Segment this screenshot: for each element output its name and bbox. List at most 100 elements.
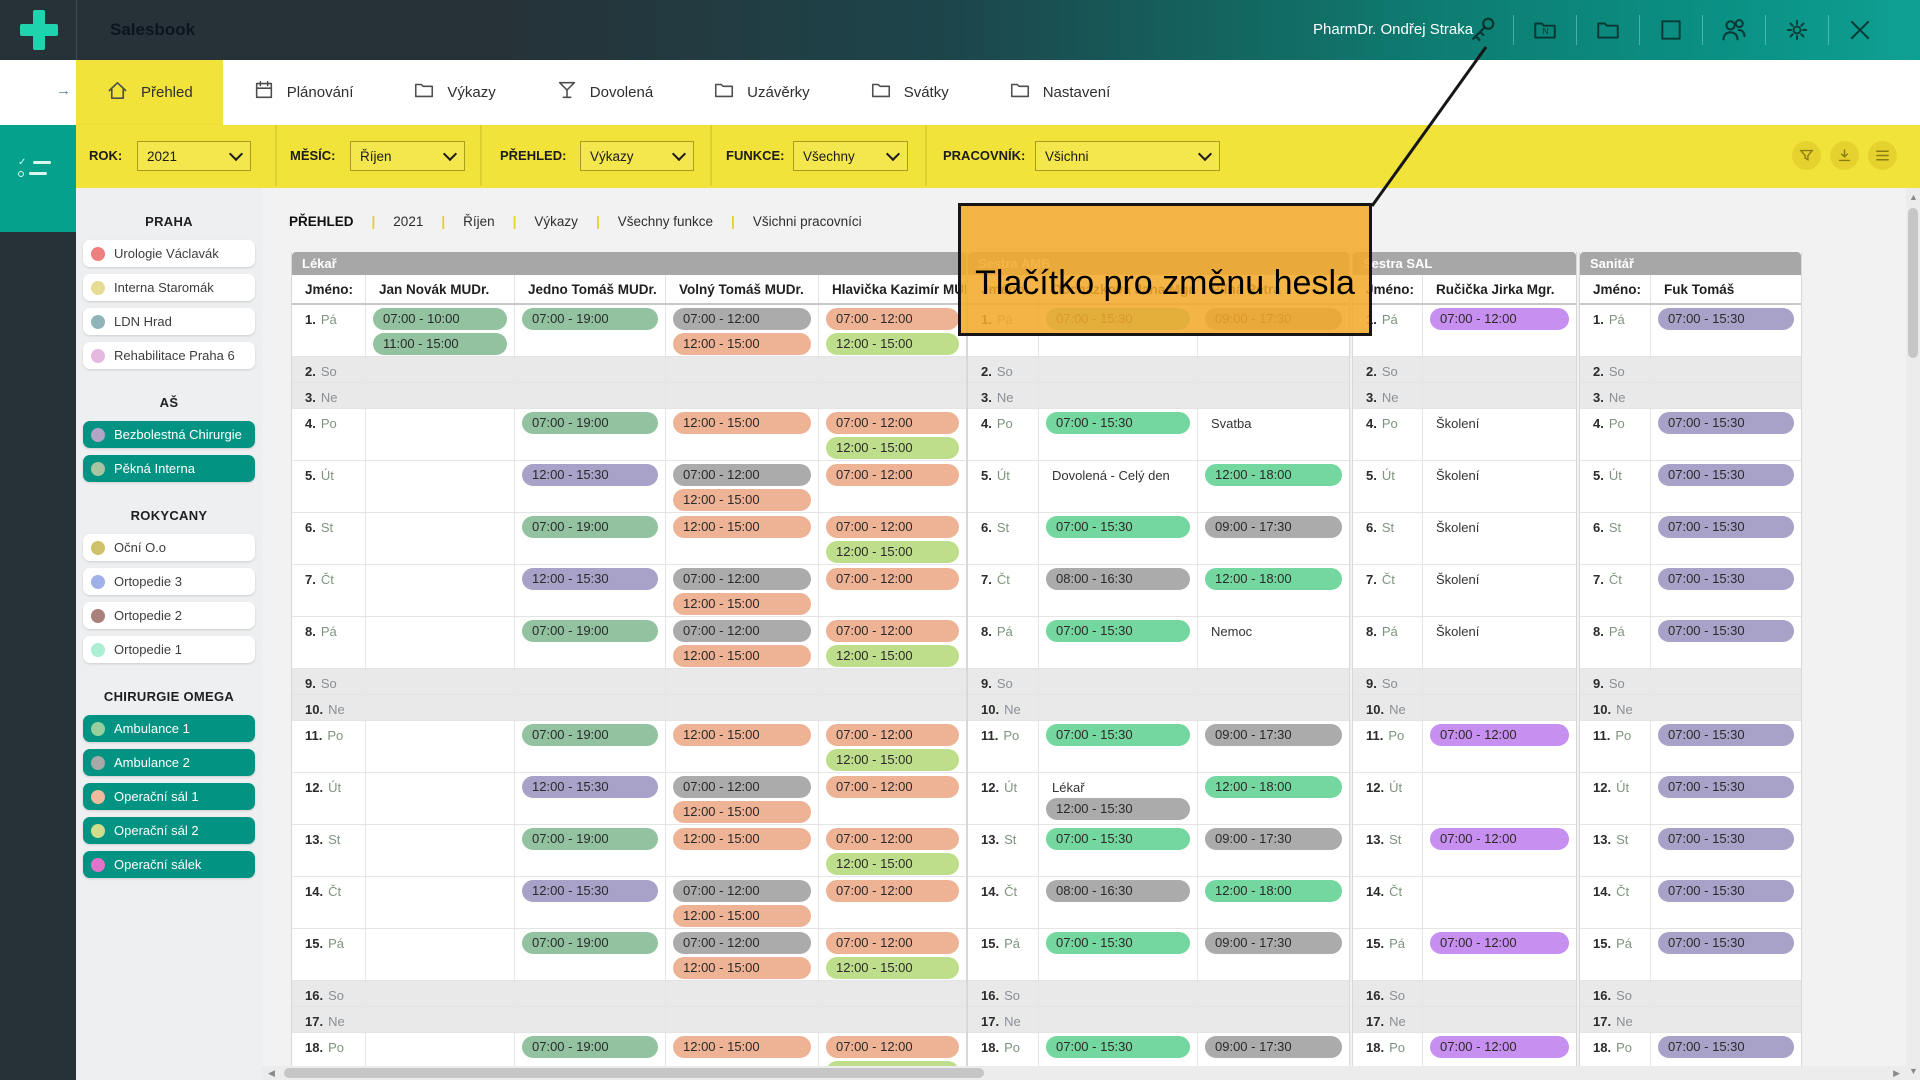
key-icon[interactable] <box>1462 10 1502 50</box>
shift-chip[interactable]: 07:00 - 15:30 <box>1046 724 1190 746</box>
shift-chip[interactable]: 07:00 - 12:00 <box>826 568 959 590</box>
shift-chip[interactable]: 07:00 - 19:00 <box>522 932 658 954</box>
shift-chip[interactable]: 12:00 - 15:00 <box>826 645 959 667</box>
sidebar-item-ambulance-2[interactable]: Ambulance 2 <box>83 749 255 776</box>
shift-chip[interactable]: 07:00 - 12:00 <box>1430 932 1569 954</box>
breadcrumb-item-vykazy[interactable]: Výkazy <box>534 214 578 229</box>
shift-chip[interactable]: 07:00 - 12:00 <box>673 464 811 486</box>
sidebar-item-pekna-interna[interactable]: Pěkná Interna <box>83 455 255 482</box>
shift-chip[interactable]: 07:00 - 15:30 <box>1658 412 1794 434</box>
shift-chip[interactable]: 12:00 - 15:00 <box>673 1036 811 1058</box>
settings-icon[interactable] <box>1777 10 1817 50</box>
tab-nastaveni[interactable]: Nastavení <box>979 60 1141 125</box>
shift-chip[interactable]: 07:00 - 12:00 <box>826 1036 959 1058</box>
scroll-down-arrow-icon[interactable]: ▼ <box>1909 1066 1918 1076</box>
shift-chip[interactable]: 12:00 - 15:00 <box>673 645 811 667</box>
filter-select-rok[interactable]: 2021 <box>137 141 251 171</box>
tab-dovolena[interactable]: Dovolená <box>526 60 683 125</box>
shift-chip[interactable]: 12:00 - 15:00 <box>673 828 811 850</box>
shift-chip[interactable]: 12:00 - 15:00 <box>673 516 811 538</box>
sidebar-item-bezbolestna-chirurgie[interactable]: Bezbolestná Chirurgie <box>83 421 255 448</box>
shift-chip[interactable]: 12:00 - 15:00 <box>673 905 811 927</box>
checklist-icon[interactable]: ✓ <box>18 157 51 179</box>
shift-chip[interactable]: 12:00 - 15:00 <box>673 333 811 355</box>
shift-chip[interactable]: 12:00 - 15:00 <box>826 541 959 563</box>
sidebar-item-operacni-salek[interactable]: Operační sálek <box>83 851 255 878</box>
shift-chip[interactable]: 07:00 - 15:30 <box>1046 412 1190 434</box>
sidebar-item-operacni-sal-1[interactable]: Operační sál 1 <box>83 783 255 810</box>
shift-chip[interactable]: 07:00 - 12:00 <box>673 308 811 330</box>
filter-select-mesic[interactable]: Říjen <box>350 141 465 171</box>
shift-chip[interactable]: 07:00 - 12:00 <box>826 412 959 434</box>
sidebar-item-ortopedie-3[interactable]: Ortopedie 3 <box>83 568 255 595</box>
shift-chip[interactable]: 07:00 - 12:00 <box>826 308 959 330</box>
tab-planovani[interactable]: Plánování <box>223 60 384 125</box>
shift-chip[interactable]: 08:00 - 16:30 <box>1046 568 1190 590</box>
shift-chip[interactable]: 07:00 - 12:00 <box>1430 724 1569 746</box>
shift-chip[interactable]: 07:00 - 12:00 <box>673 568 811 590</box>
shift-chip[interactable]: 07:00 - 15:30 <box>1658 464 1794 486</box>
shift-chip[interactable]: 12:00 - 18:00 <box>1205 880 1342 902</box>
breadcrumb-item-rijen[interactable]: Říjen <box>463 214 495 229</box>
shift-chip[interactable]: 07:00 - 15:30 <box>1046 620 1190 642</box>
hscroll-thumb[interactable] <box>284 1068 984 1078</box>
sidebar-item-ldn-hrad[interactable]: LDN Hrad <box>83 308 255 335</box>
sidebar-item-ortopedie-1[interactable]: Ortopedie 1 <box>83 636 255 663</box>
filter-select-funkce[interactable]: Všechny <box>793 141 908 171</box>
sidebar-item-ambulance-1[interactable]: Ambulance 1 <box>83 715 255 742</box>
shift-chip[interactable]: 07:00 - 15:30 <box>1658 620 1794 642</box>
tab-vykazy[interactable]: Výkazy <box>383 60 525 125</box>
shift-chip[interactable]: 07:00 - 12:00 <box>1430 828 1569 850</box>
shift-chip[interactable]: 09:00 - 17:30 <box>1205 724 1342 746</box>
shift-chip[interactable]: 08:00 - 16:30 <box>1046 880 1190 902</box>
shift-chip[interactable]: 07:00 - 15:30 <box>1658 1036 1794 1058</box>
scroll-up-arrow-icon[interactable]: ▲ <box>1909 192 1918 202</box>
shift-chip[interactable]: 07:00 - 15:30 <box>1658 516 1794 538</box>
shift-chip[interactable]: 09:00 - 17:30 <box>1205 516 1342 538</box>
shift-chip[interactable]: 07:00 - 19:00 <box>522 1036 658 1058</box>
shift-chip[interactable]: 09:00 - 17:30 <box>1205 1036 1342 1058</box>
shift-chip[interactable]: 07:00 - 15:30 <box>1046 828 1190 850</box>
vscroll-thumb[interactable] <box>1908 208 1918 358</box>
shift-chip[interactable]: 12:00 - 15:00 <box>673 724 811 746</box>
shift-chip[interactable]: 09:00 - 17:30 <box>1205 828 1342 850</box>
shift-chip[interactable]: 07:00 - 12:00 <box>1430 308 1569 330</box>
folder-n-icon[interactable]: N <box>1525 10 1565 50</box>
breadcrumb-item-2021[interactable]: 2021 <box>393 214 423 229</box>
sidebar-item-interna-staromak[interactable]: Interna Staromák <box>83 274 255 301</box>
scroll-right-arrow-icon[interactable]: ▶ <box>1893 1068 1900 1079</box>
vertical-scrollbar[interactable]: ▲ ▼ <box>1906 188 1920 1080</box>
square-icon[interactable] <box>1651 10 1691 50</box>
funnel-button[interactable] <box>1792 141 1821 170</box>
shift-chip[interactable]: 07:00 - 19:00 <box>522 620 658 642</box>
users-icon[interactable] <box>1714 10 1754 50</box>
filter-select-prehled[interactable]: Výkazy <box>580 141 694 171</box>
shift-chip[interactable]: 07:00 - 12:00 <box>673 932 811 954</box>
shift-chip[interactable]: 12:00 - 15:30 <box>522 568 658 590</box>
shift-chip[interactable]: 07:00 - 15:30 <box>1658 880 1794 902</box>
shift-chip[interactable]: 07:00 - 15:30 <box>1046 932 1190 954</box>
shift-chip[interactable]: 07:00 - 19:00 <box>522 308 658 330</box>
tab-uzaverky[interactable]: Uzávěrky <box>683 60 840 125</box>
shift-chip[interactable]: 12:00 - 15:00 <box>673 801 811 823</box>
scroll-left-arrow-icon[interactable]: ◀ <box>268 1068 275 1079</box>
shift-chip[interactable]: 12:00 - 18:00 <box>1205 464 1342 486</box>
breadcrumb-item-vsichni-pracovnici[interactable]: Všichni pracovníci <box>753 214 862 229</box>
shift-chip[interactable]: 07:00 - 12:00 <box>826 932 959 954</box>
filter-select-pracovnik[interactable]: Všichni <box>1035 141 1220 171</box>
shift-chip[interactable]: 07:00 - 19:00 <box>522 412 658 434</box>
shift-chip[interactable]: 09:00 - 17:30 <box>1205 932 1342 954</box>
shift-chip[interactable]: 07:00 - 12:00 <box>826 724 959 746</box>
shift-chip[interactable]: 07:00 - 15:30 <box>1658 568 1794 590</box>
shift-chip[interactable]: 12:00 - 15:00 <box>673 489 811 511</box>
shift-chip[interactable]: 12:00 - 15:30 <box>1046 798 1190 820</box>
sidebar-item-ocni-o-o[interactable]: Oční O.o <box>83 534 255 561</box>
horizontal-scrollbar[interactable]: ◀ ▶ <box>262 1066 1906 1080</box>
tab-prehled[interactable]: Přehled <box>76 60 223 125</box>
shift-chip[interactable]: 07:00 - 12:00 <box>826 828 959 850</box>
sidebar-item-ortopedie-2[interactable]: Ortopedie 2 <box>83 602 255 629</box>
shift-chip[interactable]: 07:00 - 12:00 <box>826 776 959 798</box>
shift-chip[interactable]: 07:00 - 15:30 <box>1046 516 1190 538</box>
shift-chip[interactable]: 07:00 - 12:00 <box>673 620 811 642</box>
shift-chip[interactable]: 07:00 - 12:00 <box>673 776 811 798</box>
